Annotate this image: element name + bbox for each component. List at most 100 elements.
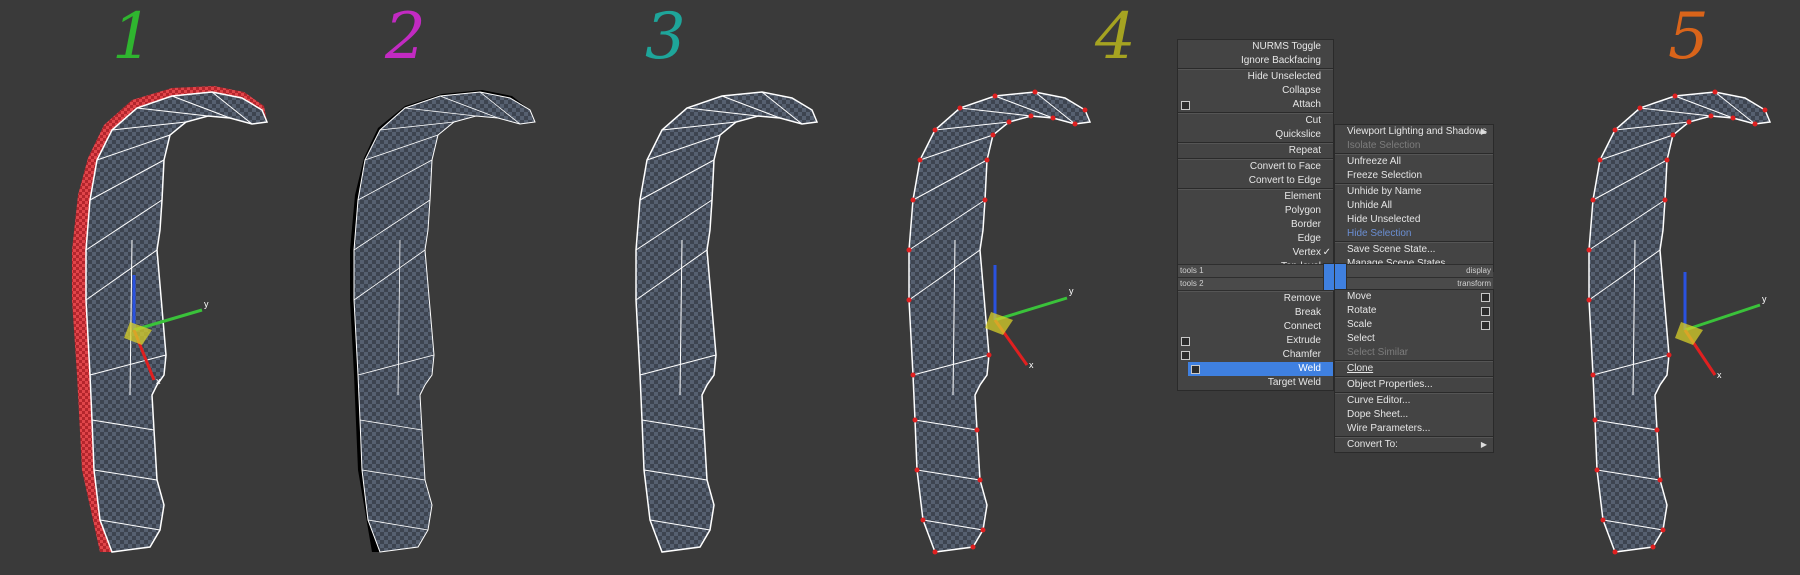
transform-gizmo[interactable]: y x xyxy=(985,265,1074,370)
gizmo-y-label: y xyxy=(1069,286,1074,296)
menu-item-polygon[interactable]: Polygon xyxy=(1178,204,1333,218)
transform-gizmo[interactable]: y x xyxy=(1675,272,1767,380)
menu-item-label: Attach xyxy=(1292,99,1321,110)
tools1-label: tools 1 xyxy=(1180,266,1204,275)
settings-box-icon[interactable] xyxy=(1481,293,1490,302)
menu-item-move[interactable]: Move xyxy=(1335,290,1493,304)
menu-item-nurms-toggle[interactable]: NURMS Toggle xyxy=(1178,40,1333,54)
menu-item-edge[interactable]: Edge xyxy=(1178,232,1333,246)
menu-item-object-properties[interactable]: Object Properties... xyxy=(1335,378,1493,392)
menu-item-hide-unselected[interactable]: Hide Unselected xyxy=(1178,70,1333,84)
transform-label: transform xyxy=(1457,279,1491,288)
menu-item-curve-editor[interactable]: Curve Editor... xyxy=(1335,394,1493,408)
settings-box-icon[interactable] xyxy=(1481,307,1490,316)
menu-item-label: Ignore Backfacing xyxy=(1240,55,1321,66)
menu-item-label: Connect xyxy=(1283,321,1321,332)
menu-item-weld[interactable]: Weld xyxy=(1188,362,1333,376)
menu-item-label: Freeze Selection xyxy=(1347,170,1423,181)
menu-item-label: Hide Unselected xyxy=(1247,71,1321,82)
menu-item-label: Collapse xyxy=(1282,85,1321,96)
settings-box-icon[interactable] xyxy=(1181,351,1190,360)
menu-item-ignore-backfacing[interactable]: Ignore Backfacing xyxy=(1178,54,1333,68)
menu-item-label: Chamfer xyxy=(1282,349,1321,360)
gizmo-y-label: y xyxy=(204,299,209,309)
menu-item-label: Unfreeze All xyxy=(1347,156,1401,167)
menu-item-label: Convert to Edge xyxy=(1248,175,1321,186)
menu-item-label: Rotate xyxy=(1347,305,1377,316)
quad-menu-right-bottom: Move Rotate Scale Select Select Similar Clone… xyxy=(1335,290,1493,452)
menu-item-convert-to[interactable]: Convert To: ▶ xyxy=(1335,438,1493,452)
settings-box-icon[interactable] xyxy=(1181,101,1190,110)
menu-item-collapse[interactable]: Collapse xyxy=(1178,84,1333,98)
menu-item-label: Vertex xyxy=(1292,247,1321,258)
menu-item-label: Border xyxy=(1290,219,1321,230)
menu-item-label: Unhide All xyxy=(1347,200,1393,211)
menu-item-freeze-selection[interactable]: Freeze Selection xyxy=(1335,169,1493,183)
menu-item-hide-unselected[interactable]: Hide Unselected xyxy=(1335,213,1493,227)
menu-item-label: Convert to Face xyxy=(1249,161,1321,172)
menu-item-label: Edge xyxy=(1297,233,1321,244)
menu-item-isolate-selection[interactable]: Isolate Selection xyxy=(1335,139,1493,153)
menu-item-label: Wire Parameters... xyxy=(1347,423,1431,434)
number-3-label: 3 xyxy=(645,0,686,74)
submenu-arrow-icon: ▶ xyxy=(1480,127,1487,136)
menu-item-break[interactable]: Break xyxy=(1178,306,1333,320)
menu-item-clone[interactable]: Clone xyxy=(1335,362,1493,376)
menu-item-label: Element xyxy=(1284,191,1321,202)
menu-item-label: Extrude xyxy=(1286,335,1321,346)
menu-item-label: Remove xyxy=(1283,293,1321,304)
checkmark-icon: ✓ xyxy=(1322,247,1331,258)
settings-box-icon[interactable] xyxy=(1191,365,1200,374)
menu-item-target-weld[interactable]: Target Weld xyxy=(1178,376,1333,390)
number-1-label: 1 xyxy=(112,0,153,74)
submenu-arrow-icon: ▶ xyxy=(1480,440,1487,449)
tools2-label: tools 2 xyxy=(1180,279,1204,288)
menu-item-label: Cut xyxy=(1305,115,1321,126)
menu-item-attach[interactable]: Attach xyxy=(1178,98,1333,112)
menu-item-scale[interactable]: Scale xyxy=(1335,318,1493,332)
gizmo-x-label: x xyxy=(1717,370,1722,380)
menu-item-rotate[interactable]: Rotate xyxy=(1335,304,1493,318)
model-4: y x xyxy=(906,89,1091,555)
menu-item-label: Select Similar xyxy=(1347,347,1409,358)
menu-item-label: Object Properties... xyxy=(1347,379,1433,390)
model-3 xyxy=(635,91,818,553)
menu-item-quickslice[interactable]: Quickslice xyxy=(1178,128,1333,142)
menu-item-unhide-by-name[interactable]: Unhide by Name xyxy=(1335,185,1493,199)
menu-item-cut[interactable]: Cut xyxy=(1178,114,1333,128)
menu-item-hide-selection[interactable]: Hide Selection xyxy=(1335,227,1493,241)
viewport[interactable]: y x y x y x xyxy=(0,0,1800,575)
menu-item-select-similar[interactable]: Select Similar xyxy=(1335,346,1493,360)
menu-item-convert-to-edge[interactable]: Convert to Edge xyxy=(1178,174,1333,188)
menu-item-chamfer[interactable]: Chamfer xyxy=(1178,348,1333,362)
quad-center-block[interactable] xyxy=(1324,264,1346,290)
menu-item-dope-sheet[interactable]: Dope Sheet... xyxy=(1335,408,1493,422)
menu-item-unhide-all[interactable]: Unhide All xyxy=(1335,199,1493,213)
menu-item-label: Save Scene State... xyxy=(1347,244,1436,255)
menu-item-select[interactable]: Select xyxy=(1335,332,1493,346)
menu-item-label: Unhide by Name xyxy=(1347,186,1422,197)
menu-item-border[interactable]: Border xyxy=(1178,218,1333,232)
settings-box-icon[interactable] xyxy=(1181,337,1190,346)
menu-item-convert-to-face[interactable]: Convert to Face xyxy=(1178,160,1333,174)
menu-item-viewport-lighting-and-shadows[interactable]: Viewport Lighting and Shadows ▶ xyxy=(1335,125,1493,139)
menu-item-remove[interactable]: Remove xyxy=(1178,292,1333,306)
menu-item-label: Move xyxy=(1347,291,1372,302)
model-5: y x xyxy=(1586,89,1771,555)
menu-item-vertex[interactable]: Vertex ✓ xyxy=(1178,246,1333,260)
menu-item-label: Dope Sheet... xyxy=(1347,409,1409,420)
menu-item-connect[interactable]: Connect xyxy=(1178,320,1333,334)
gizmo-x-label: x xyxy=(156,376,161,386)
settings-box-icon[interactable] xyxy=(1481,321,1490,330)
menu-item-label: NURMS Toggle xyxy=(1252,41,1321,52)
menu-item-element[interactable]: Element xyxy=(1178,190,1333,204)
menu-item-wire-parameters[interactable]: Wire Parameters... xyxy=(1335,422,1493,436)
number-5-label: 5 xyxy=(1668,0,1709,74)
menu-item-save-scene-state[interactable]: Save Scene State... xyxy=(1335,243,1493,257)
menu-item-extrude[interactable]: Extrude xyxy=(1178,334,1333,348)
model-2 xyxy=(350,90,536,553)
quad-menu-left: NURMS Toggle Ignore Backfacing Hide Unsele… xyxy=(1178,40,1333,390)
menu-item-unfreeze-all[interactable]: Unfreeze All xyxy=(1335,155,1493,169)
menu-item-repeat[interactable]: Repeat xyxy=(1178,144,1333,158)
menu-item-label: Break xyxy=(1294,307,1321,318)
